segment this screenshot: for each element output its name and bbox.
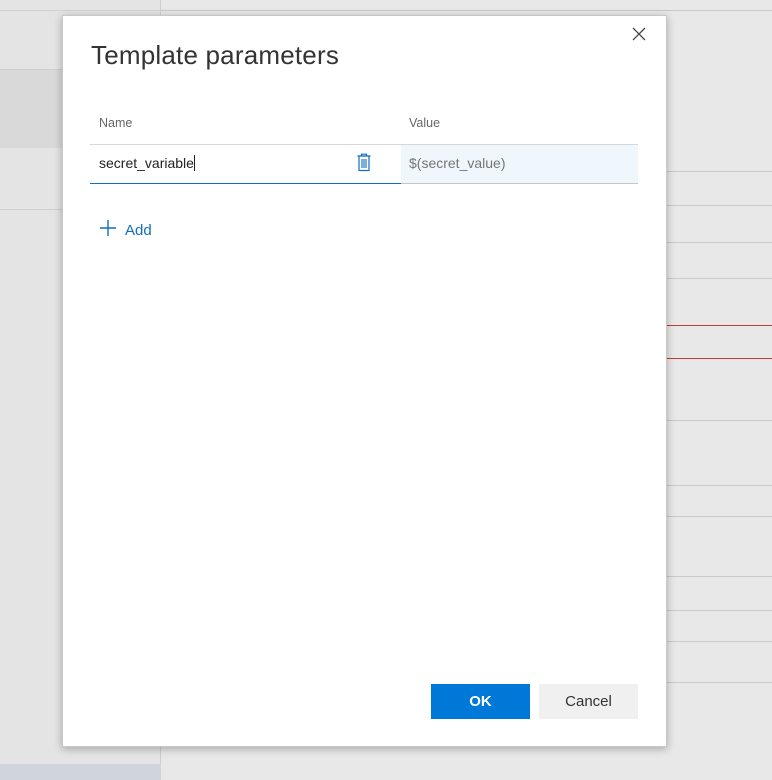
add-parameter-button[interactable]: Add — [99, 218, 152, 242]
background-divider — [666, 485, 772, 486]
add-button-label: Add — [125, 221, 152, 239]
text-caret — [193, 155, 195, 171]
trash-icon — [356, 153, 372, 176]
background-divider — [666, 610, 772, 611]
background-divider — [161, 10, 772, 11]
background-divider — [666, 242, 772, 243]
background-error-line — [666, 325, 772, 326]
background-divider — [666, 205, 772, 206]
background-divider — [666, 682, 772, 683]
background-divider — [666, 171, 772, 172]
background-divider — [666, 420, 772, 421]
cancel-button[interactable]: Cancel — [539, 684, 638, 719]
parameter-value-placeholder: $(secret_value) — [409, 155, 506, 171]
template-parameters-dialog: Template parameters Name Value secret_va… — [62, 15, 667, 747]
parameter-name-input[interactable]: secret_variable — [90, 144, 401, 184]
background-divider — [666, 641, 772, 642]
parameter-value-input[interactable]: $(secret_value) — [401, 144, 638, 184]
dialog-title: Template parameters — [91, 40, 340, 70]
delete-parameter-button[interactable] — [354, 153, 374, 175]
parameter-name-text: secret_variable — [99, 155, 195, 171]
background-bottom-row — [0, 764, 161, 780]
close-button[interactable] — [628, 24, 650, 46]
name-column-header: Name — [99, 116, 133, 130]
background-divider — [666, 516, 772, 517]
background-divider — [666, 576, 772, 577]
ok-button[interactable]: OK — [431, 684, 530, 719]
background-divider — [666, 278, 772, 279]
plus-icon — [99, 219, 117, 241]
value-column-header: Value — [409, 116, 441, 130]
background-error-line — [666, 358, 772, 359]
background-divider — [0, 10, 161, 11]
close-icon — [632, 26, 646, 45]
